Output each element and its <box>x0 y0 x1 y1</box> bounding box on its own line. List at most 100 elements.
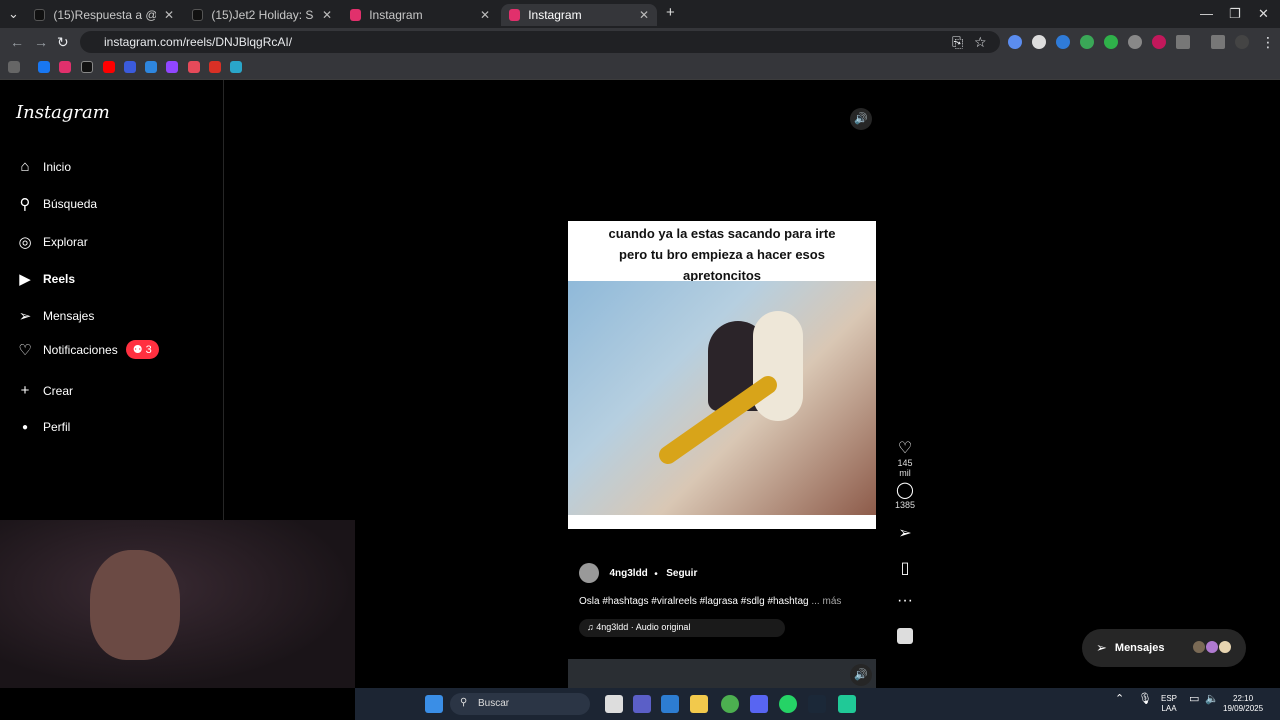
close-icon[interactable]: ✕ <box>480 8 490 22</box>
follow-button[interactable]: Seguir <box>666 568 697 579</box>
bookmark-icon[interactable] <box>124 61 136 73</box>
bookmark-icon[interactable] <box>145 61 157 73</box>
download-icon[interactable] <box>1080 35 1094 49</box>
forward-icon[interactable]: → <box>34 34 48 50</box>
volume-icon[interactable]: 🔊 <box>850 664 872 686</box>
language-indicator[interactable]: ESP LAA <box>1161 694 1177 714</box>
teams-icon[interactable] <box>633 695 651 713</box>
task-view-icon[interactable] <box>605 695 623 713</box>
like-button[interactable]: ♡ 145 mil <box>892 438 918 478</box>
chrome-icon[interactable] <box>721 695 739 713</box>
back-icon[interactable]: ← <box>10 34 24 50</box>
instagram-icon[interactable] <box>59 61 71 73</box>
reel-video[interactable]: cuando ya la estas sacando para irte per… <box>568 221 876 529</box>
sidebar-item-inicio[interactable]: ⌂ Inicio <box>16 158 71 175</box>
audio-pill[interactable]: ♫ 4ng3ldd · Audio original <box>579 619 785 637</box>
browser-tab-strip: ⌄ (15)Respuesta a @lvs_itzeel Me ✕ (15)J… <box>0 0 1280 28</box>
audio-thumbnail[interactable] <box>892 628 918 644</box>
extension-icon[interactable] <box>1152 35 1166 49</box>
folder-icon[interactable] <box>690 695 708 713</box>
volume-icon[interactable]: 🔊 <box>850 108 872 130</box>
taskbar-search[interactable]: ⚲ Buscar <box>450 693 590 715</box>
reload-icon[interactable]: ↻ <box>57 34 69 51</box>
close-icon[interactable]: ✕ <box>164 8 174 22</box>
instagram-icon <box>509 9 521 21</box>
new-tab-button[interactable]: + <box>666 4 675 21</box>
sidebar-item-explorar[interactable]: ◎ Explorar <box>16 233 87 251</box>
tab-title: Instagram <box>528 8 582 22</box>
webcam-person <box>90 550 180 660</box>
app-icon[interactable] <box>838 695 856 713</box>
twitch-icon[interactable] <box>166 61 178 73</box>
more-menu-icon[interactable]: ⋮ <box>1261 34 1275 51</box>
steam-icon[interactable] <box>808 695 826 713</box>
tiktok-icon <box>34 9 46 21</box>
avatar[interactable] <box>1235 35 1249 49</box>
close-icon[interactable]: ✕ <box>322 8 332 22</box>
media-icon[interactable] <box>1211 35 1225 49</box>
youtube-icon[interactable] <box>103 61 115 73</box>
puzzle-icon[interactable] <box>1176 35 1190 49</box>
save-button[interactable]: ▯ <box>892 558 918 578</box>
sidebar-item-crear[interactable]: + Crear <box>16 382 73 399</box>
maximize-button[interactable]: ❐ <box>1229 6 1241 22</box>
bookmark-icon[interactable] <box>209 61 221 73</box>
tab-1[interactable]: (15)Respuesta a @lvs_itzeel Me ✕ <box>26 4 182 26</box>
url-bar[interactable]: instagram.com/reels/DNJBlqgRcAI/ <box>80 31 1000 53</box>
reel-caption-overlay: cuando ya la estas sacando para irte per… <box>568 221 876 283</box>
speaker-icon[interactable]: 🔈 <box>1205 694 1219 705</box>
tab-4-active[interactable]: Instagram ✕ <box>501 4 657 26</box>
chevron-up-icon[interactable]: ⌃ <box>1115 694 1124 705</box>
profile-icon: ● <box>21 421 29 433</box>
comment-button[interactable]: ◯ 1385 <box>892 480 918 510</box>
messages-icon: ➢ <box>18 308 32 325</box>
extension-icon[interactable] <box>1056 35 1070 49</box>
windows-start-icon[interactable] <box>425 695 443 713</box>
whatsapp-icon[interactable] <box>779 695 797 713</box>
extension-icon[interactable] <box>1008 35 1022 49</box>
bookmark-icon[interactable] <box>230 61 242 73</box>
clock[interactable]: 22:10 19/09/2025 <box>1223 694 1263 714</box>
sidebar-item-perfil[interactable]: ● Perfil <box>16 420 70 434</box>
instagram-logo[interactable]: Instagram <box>16 102 110 123</box>
more-link[interactable]: ... más <box>811 596 841 607</box>
bookmark-icon[interactable] <box>188 61 200 73</box>
minimize-button[interactable]: — <box>1200 6 1213 21</box>
bookmark-star-icon[interactable]: ☆ <box>974 34 987 51</box>
sidebar-item-mensajes[interactable]: ➢ Mensajes <box>16 307 95 325</box>
shield-icon[interactable] <box>1104 35 1118 49</box>
username-link[interactable]: 4ng3ldd <box>609 568 647 579</box>
extension-icon[interactable] <box>1032 35 1046 49</box>
discord-icon[interactable] <box>750 695 768 713</box>
tab-2[interactable]: (15)Jet2 Holiday: Save Big on Fa ✕ <box>184 4 340 26</box>
facebook-icon[interactable] <box>38 61 50 73</box>
sidebar-item-busqueda[interactable]: ⚲ Búsqueda <box>16 195 98 213</box>
video-figure <box>753 311 803 421</box>
heart-icon: ♡ <box>897 440 913 457</box>
sidebar-item-label: Búsqueda <box>43 197 98 211</box>
tab-search-icon[interactable]: ⌄ <box>8 6 19 22</box>
tab-3[interactable]: Instagram ✕ <box>342 4 498 26</box>
extension-icon[interactable] <box>1128 35 1142 49</box>
store-icon[interactable] <box>661 695 679 713</box>
more-icon: ··· <box>897 592 913 609</box>
share-button[interactable]: ➢ <box>892 523 918 543</box>
description-text: Osla #hashtags #viralreels #lagrasa #sdl… <box>579 596 809 607</box>
microphone-icon[interactable]: 🎙 <box>1138 694 1152 705</box>
network-icon[interactable]: ▭ <box>1189 694 1199 705</box>
more-options-button[interactable]: ··· <box>892 592 918 610</box>
url-text: instagram.com/reels/DNJBlqgRcAI/ <box>104 35 293 49</box>
avatar <box>1204 639 1219 654</box>
webcam-overlay <box>0 520 355 688</box>
sidebar-item-notificaciones[interactable]: ♡ Notificaciones ⚉ 3 <box>16 340 159 359</box>
comment-count: 1385 <box>894 500 916 510</box>
apps-grid-icon[interactable] <box>8 61 20 73</box>
install-app-icon[interactable]: ⎘ <box>952 34 963 51</box>
next-reel-preview[interactable] <box>568 659 876 688</box>
close-icon[interactable]: ✕ <box>639 8 649 22</box>
x-icon[interactable] <box>81 61 93 73</box>
messages-pill[interactable]: ➢ Mensajes <box>1082 629 1246 667</box>
avatar[interactable] <box>579 563 599 583</box>
sidebar-item-reels[interactable]: ▶ Reels <box>16 270 75 288</box>
window-close-button[interactable]: ✕ <box>1258 6 1269 22</box>
